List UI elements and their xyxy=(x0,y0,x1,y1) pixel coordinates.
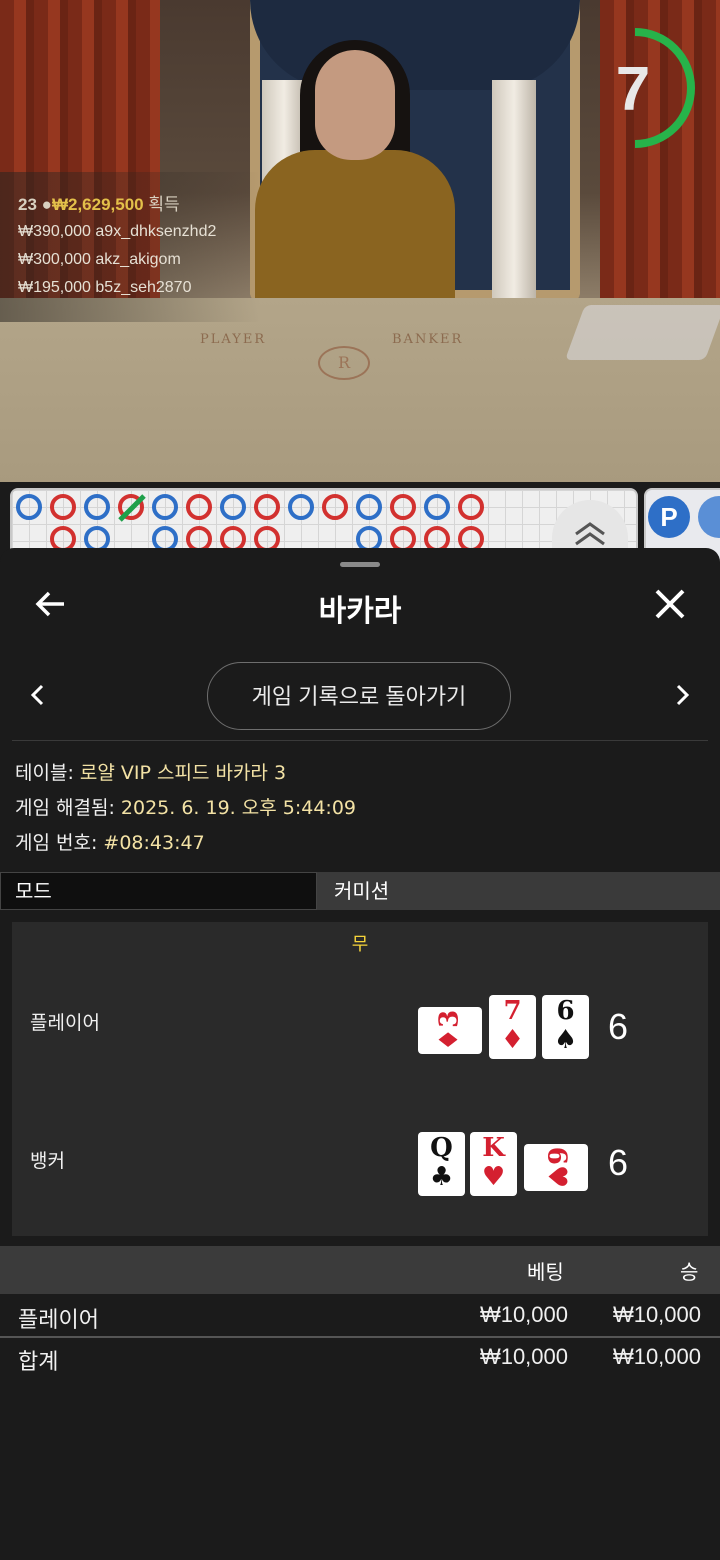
divider xyxy=(12,740,708,741)
bead-banker xyxy=(390,494,416,520)
pillar-right xyxy=(492,80,536,310)
bead-banker xyxy=(50,494,76,520)
chevron-left-icon xyxy=(30,684,44,706)
bead-player xyxy=(424,494,450,520)
winner-row: ₩195,000 b5z_seh2870 xyxy=(18,279,192,296)
close-icon xyxy=(655,589,685,619)
playing-card: Q ♣ xyxy=(418,1132,465,1196)
return-to-history-button[interactable]: 게임 기록으로 돌아가기 xyxy=(207,662,511,730)
playing-card: ♦3 xyxy=(418,1007,482,1054)
playing-card: 6 ♠ xyxy=(542,995,589,1059)
sheet-title: 바카라 xyxy=(318,594,402,629)
banker-hand-label: 뱅커 xyxy=(30,1150,65,1172)
outcome-label: 무 xyxy=(351,934,369,955)
bead-banker xyxy=(186,494,212,520)
tab-commission[interactable]: 커미션 xyxy=(317,872,720,910)
bead-banker xyxy=(322,494,348,520)
felt-banker-label: BANKER xyxy=(392,332,464,347)
result-panel: 무 플레이어 ♦3 7 ♦ 6 ♠ 6 뱅커 Q ♣ K ♥ 6♥ 6 xyxy=(12,922,708,1236)
table-logo: R xyxy=(318,346,370,380)
winner-row: ₩300,000 akz_akigom xyxy=(18,251,181,268)
bead-player xyxy=(152,494,178,520)
winner-row: ₩390,000 a9x_dhksenzhd2 xyxy=(18,223,217,240)
next-game-button[interactable] xyxy=(670,680,694,710)
bead-player xyxy=(16,494,42,520)
previous-game-button[interactable] xyxy=(26,680,50,710)
bets-table-header: 베팅 승 xyxy=(0,1246,720,1294)
player-hand-label: 플레이어 xyxy=(30,1012,100,1034)
felt-player-label: PLAYER xyxy=(200,332,267,347)
playing-card: 7 ♦ xyxy=(489,995,536,1059)
tab-mode[interactable]: 모드 xyxy=(0,872,317,910)
total-row: 합계 ₩10,000 ₩10,000 xyxy=(18,1344,701,1375)
game-number-info: 게임 번호: #08:43:47 xyxy=(15,832,205,854)
bead-player xyxy=(220,494,246,520)
close-button[interactable] xyxy=(650,584,690,624)
bead-player xyxy=(356,494,382,520)
bead-player xyxy=(84,494,110,520)
column-header-win: 승 xyxy=(680,1260,699,1284)
chevron-right-icon xyxy=(676,684,690,706)
player-score: 6 xyxy=(608,1006,629,1047)
playing-card: 6♥ xyxy=(524,1144,588,1191)
dealer xyxy=(255,150,455,320)
card-shoe xyxy=(564,305,720,360)
countdown-timer: 7 xyxy=(595,26,695,150)
banker-score: 6 xyxy=(608,1142,629,1183)
live-video: PLAYER BANKER R 23 ●₩2,629,500 획득 ₩390,0… xyxy=(0,0,720,482)
bead-player xyxy=(288,494,314,520)
mode-tabs: 모드 커미션 xyxy=(0,872,720,910)
game-history-sheet: 바카라 게임 기록으로 돌아가기 테이블: 로얄 VIP 스피드 바카라 3 게… xyxy=(0,548,720,1560)
column-header-bet: 베팅 xyxy=(527,1260,564,1284)
player-badge: P xyxy=(648,496,690,538)
countdown-number: 7 xyxy=(615,55,651,124)
table-row: 플레이어 ₩10,000 ₩10,000 xyxy=(18,1302,701,1333)
bead-banker xyxy=(458,494,484,520)
playing-card: K ♥ xyxy=(470,1132,517,1196)
bead-banker xyxy=(254,494,280,520)
table-info: 테이블: 로얄 VIP 스피드 바카라 3 xyxy=(15,762,287,784)
drag-handle[interactable] xyxy=(340,562,380,567)
winners-summary: 23 ●₩2,629,500 획득 xyxy=(18,195,180,214)
tie-slash-icon xyxy=(118,494,146,522)
people-icon: ● xyxy=(41,195,52,214)
resolved-time-info: 게임 해결됨: 2025. 6. 19. 오후 5:44:09 xyxy=(15,797,356,819)
